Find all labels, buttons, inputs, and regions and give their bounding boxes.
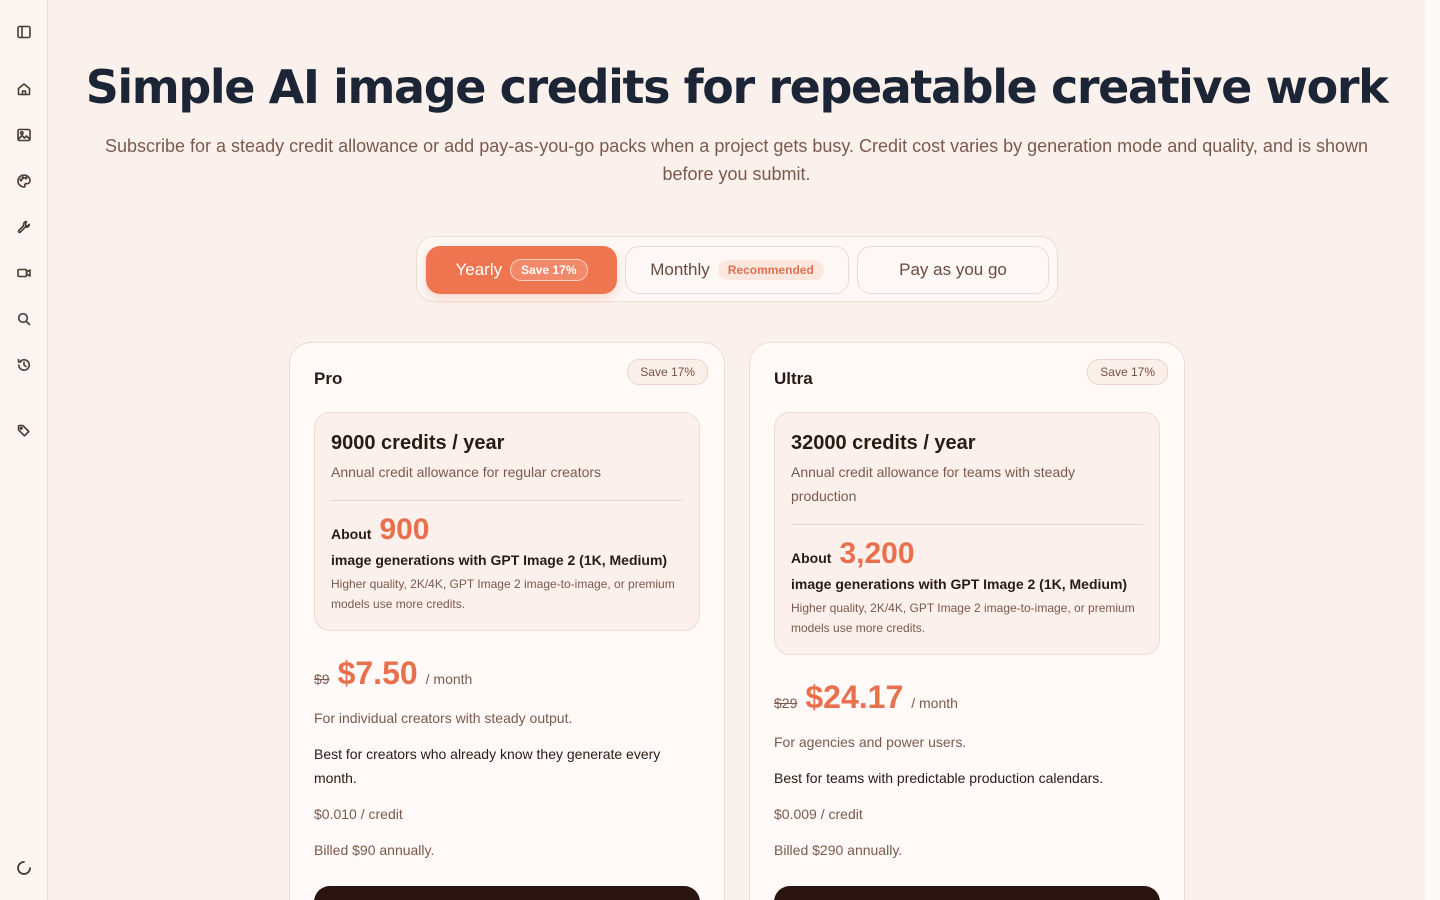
divider	[791, 524, 1143, 525]
about-label: About	[331, 526, 372, 542]
tag-icon[interactable]	[12, 419, 36, 443]
tab-monthly[interactable]: Monthly Recommended	[625, 246, 849, 294]
recommended-badge: Recommended	[717, 260, 824, 280]
generation-note: Higher quality, 2K/4K, GPT Image 2 image…	[331, 577, 675, 611]
history-icon[interactable]	[12, 353, 36, 377]
generation-description: image generations with GPT Image 2 (1K, …	[331, 552, 668, 568]
image-icon[interactable]	[12, 123, 36, 147]
credit-allowance-box: 32000 credits / year Annual credit allow…	[774, 412, 1160, 655]
discounted-price: $24.17	[805, 679, 904, 715]
wrench-icon[interactable]	[12, 215, 36, 239]
credit-allowance-box: 9000 credits / year Annual credit allowa…	[314, 412, 700, 631]
page-scroll-edge	[1425, 0, 1440, 900]
plan-save-badge: Save 17%	[1087, 359, 1168, 385]
generation-count: 900	[379, 513, 430, 546]
billing-note: Billed $290 annually.	[774, 842, 903, 858]
plan-tagline: For individual creators with steady outp…	[314, 710, 573, 726]
palette-icon[interactable]	[12, 169, 36, 193]
generation-count: 3,200	[839, 537, 915, 570]
home-icon[interactable]	[12, 77, 36, 101]
plan-name: Ultra	[774, 369, 813, 388]
about-label: About	[791, 550, 832, 566]
plan-best-for: Best for teams with predictable producti…	[774, 770, 1104, 786]
tab-yearly-label: Yearly	[455, 260, 503, 279]
tab-monthly-label: Monthly	[650, 260, 710, 279]
price-block: $29 $24.17 / month For agencies and powe…	[774, 679, 1164, 862]
plan-card-pro: Pro Save 17% 9000 credits / year Annual …	[289, 342, 725, 900]
plan-card-ultra: Ultra Save 17% 32000 credits / year Annu…	[749, 342, 1185, 900]
original-price: $9	[314, 671, 330, 687]
page-subtitle: Subscribe for a steady credit allowance …	[104, 136, 1368, 184]
sidebar	[0, 0, 48, 900]
price-per-credit: $0.009 / credit	[774, 806, 863, 822]
price-block: $9 $7.50 / month For individual creators…	[314, 655, 704, 862]
search-icon[interactable]	[12, 307, 36, 331]
credits-title: 9000 credits / year	[331, 432, 505, 454]
plan-save-badge: Save 17%	[627, 359, 708, 385]
subscribe-button-pro[interactable]	[314, 886, 700, 900]
tab-payg-label: Pay as you go	[899, 260, 1007, 279]
price-period: / month	[911, 695, 958, 711]
discounted-price: $7.50	[337, 655, 418, 691]
plan-name: Pro	[314, 369, 343, 388]
video-icon[interactable]	[12, 261, 36, 285]
plan-best-for: Best for creators who already know they …	[314, 746, 661, 786]
billing-period-toggle: Yearly Save 17% Monthly Recommended Pay …	[416, 236, 1058, 302]
loading-icon	[12, 856, 36, 880]
generation-note: Higher quality, 2K/4K, GPT Image 2 image…	[791, 601, 1135, 635]
save-badge: Save 17%	[510, 259, 588, 281]
generation-description: image generations with GPT Image 2 (1K, …	[791, 576, 1128, 592]
subscribe-button-ultra[interactable]	[774, 886, 1160, 900]
pricing-page: Simple AI image credits for repeatable c…	[48, 0, 1425, 900]
plan-tagline: For agencies and power users.	[774, 734, 967, 750]
original-price: $29	[774, 695, 798, 711]
price-per-credit: $0.010 / credit	[314, 806, 403, 822]
tab-pay-as-you-go[interactable]: Pay as you go	[857, 246, 1049, 294]
credits-description: Annual credit allowance for teams with s…	[791, 464, 1076, 504]
divider	[331, 500, 683, 501]
tab-yearly[interactable]: Yearly Save 17%	[426, 246, 617, 294]
price-period: / month	[425, 671, 473, 687]
page-title: Simple AI image credits for repeatable c…	[85, 60, 1389, 114]
credits-title: 32000 credits / year	[791, 432, 976, 454]
credits-description: Annual credit allowance for regular crea…	[331, 464, 602, 480]
sidebar-toggle-icon[interactable]	[12, 20, 36, 44]
billing-note: Billed $90 annually.	[314, 842, 435, 858]
